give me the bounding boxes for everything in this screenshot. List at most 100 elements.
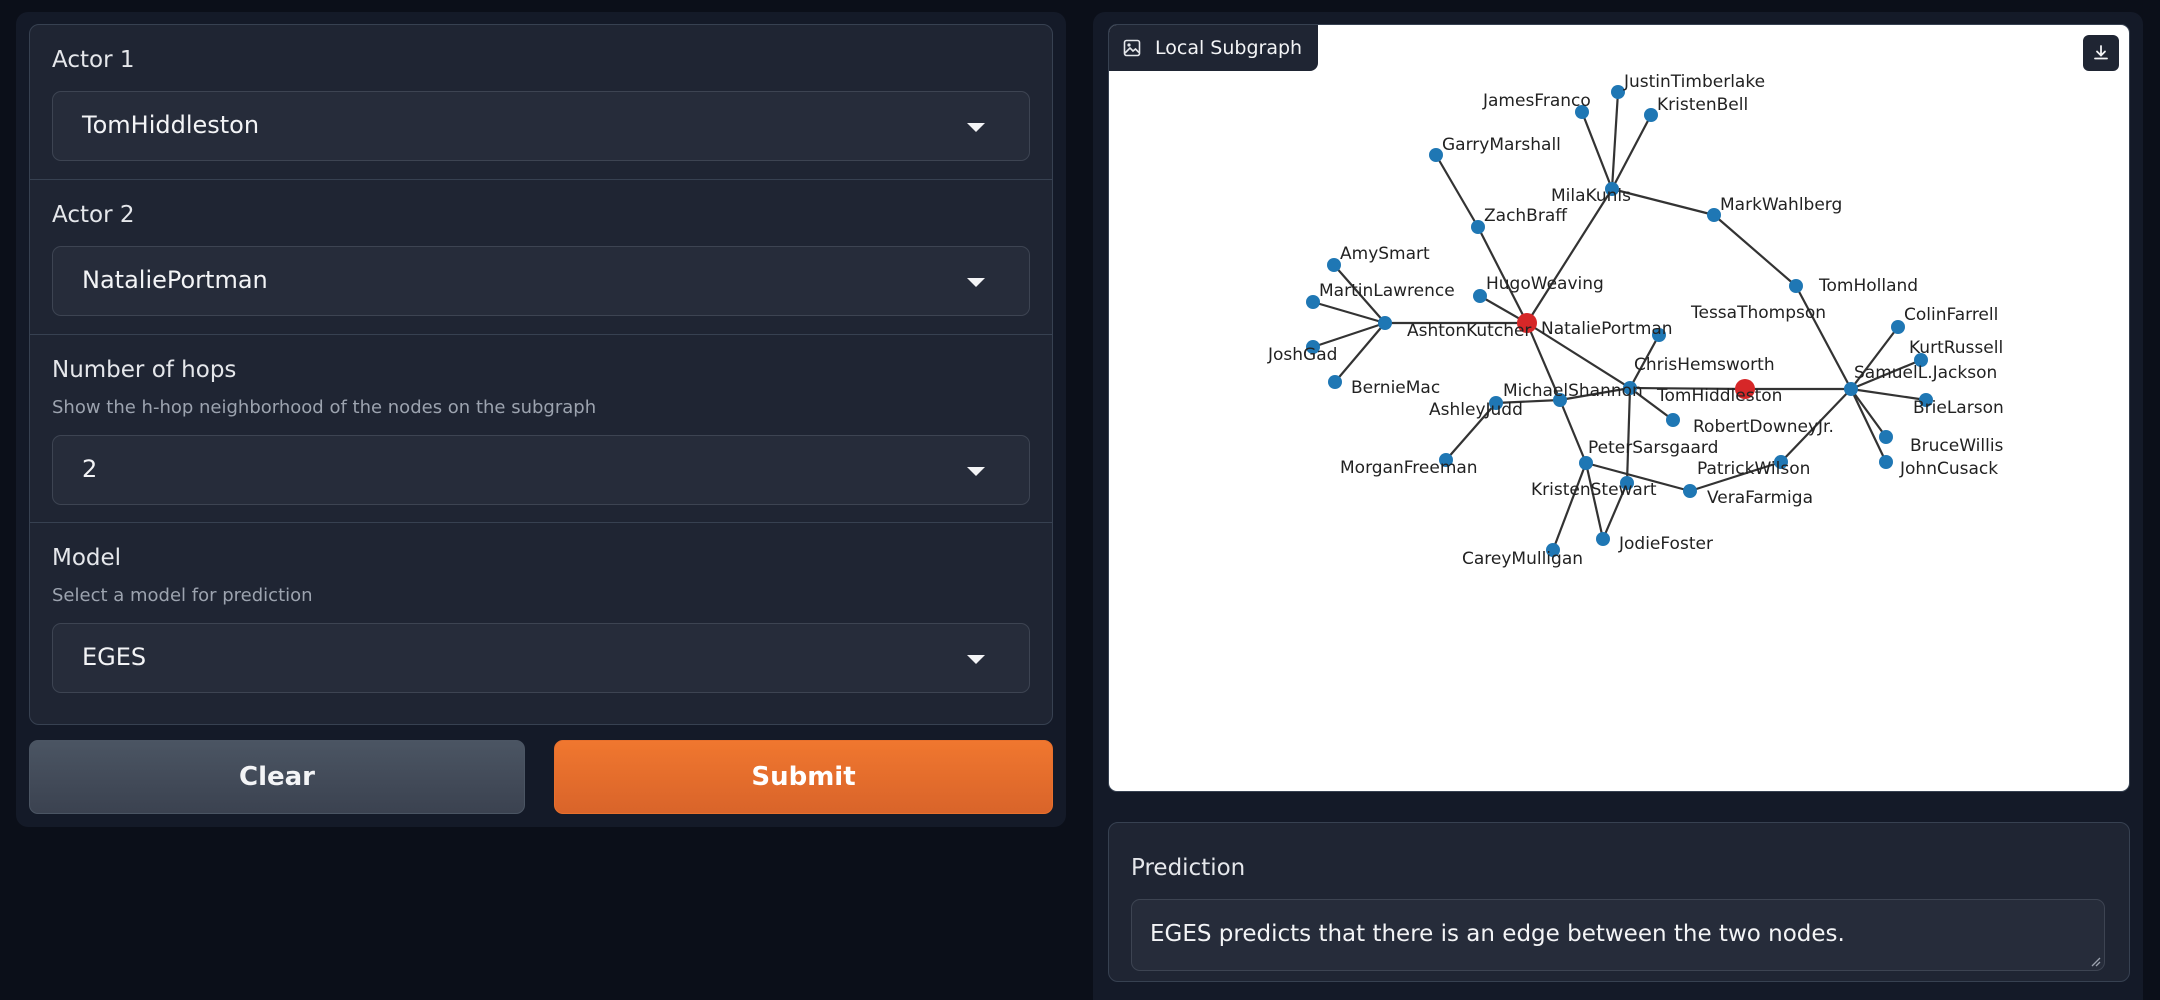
actor2-label: Actor 2 [52,202,135,228]
graph-node-label: PeterSarsgaard [1588,438,1718,458]
graph-node-label: CareyMulligan [1462,549,1583,569]
graph-node-label: NataliePortman [1541,319,1673,339]
graph-node-label: TomHolland [1818,276,1918,296]
graph-node-label: TessaThompson [1690,303,1826,323]
graph-edge [1558,399,1588,464]
image-icon [1123,39,1141,57]
graph-node [1844,382,1858,396]
hops-value: 2 [82,455,98,483]
actor1-label: Actor 1 [52,47,135,73]
download-icon [2094,45,2108,60]
graph-node-label: MilaKunis [1551,186,1631,206]
graph-node-label: ZachBraff [1484,206,1568,226]
graph-node [1378,316,1392,330]
hops-label: Number of hops [52,357,237,383]
prediction-label: Prediction [1131,855,1246,881]
graph-edge [1850,388,1887,438]
local-subgraph-image: Local Subgraph JustinTimberlake JamesFran… [1108,24,2130,792]
graph-node-label: GarryMarshall [1442,135,1561,155]
graph-node-label: AmySmart [1340,244,1430,264]
graph-node-label: BruceWillis [1910,436,2004,456]
actor2-value: NataliePortman [82,266,268,294]
output-column: Local Subgraph JustinTimberlake JamesFran… [1093,12,2143,1000]
prediction-panel: Prediction EGES predicts that there is a… [1108,822,2130,982]
graph-node [1879,430,1893,444]
graph-node [1327,258,1341,272]
graph-edge [1713,214,1797,287]
graph-node [1471,220,1485,234]
graph-node-label: JamesFranco [1482,91,1591,111]
graph-edge [1850,388,1887,463]
chevron-down-icon [967,655,985,664]
graph-node [1328,375,1342,389]
graph-node-label: TomHiddleston [1656,386,1782,406]
input-column: Actor 1 TomHiddleston Actor 2 NataliePor… [16,12,1066,827]
graph-node-label: MarkWahlberg [1720,195,1842,215]
graph-edge [1435,154,1479,228]
graph-edge [1312,300,1386,325]
graph-edge [1611,114,1652,190]
graph-node-label: BrieLarson [1913,398,2004,418]
graph-node-label: HugoWeaving [1486,274,1604,294]
model-dropdown[interactable]: EGES [52,623,1030,693]
graph-node [1579,456,1593,470]
graph-node-label: AshleyJudd [1429,400,1523,420]
graph-node [1707,208,1721,222]
graph-edge [1795,285,1852,390]
actor2-block: Actor 2 NataliePortman [30,180,1052,335]
graph-node [1596,532,1610,546]
graph-node-label: JodieFoster [1618,534,1713,554]
graph-node-label: KurtRussell [1909,338,2003,358]
graph-node-label: JohnCusack [1899,459,1998,479]
chevron-down-icon [967,467,985,476]
graph-node [1666,413,1680,427]
graph-node-label: SamuelL.Jackson [1854,363,1997,383]
actor1-dropdown[interactable]: TomHiddleston [52,91,1030,161]
input-form: Actor 1 TomHiddleston Actor 2 NataliePor… [29,24,1053,725]
graph-node [1683,484,1697,498]
graph-node-label: ChrisHemsworth [1634,355,1775,375]
graph-node-label: RobertDowneyJr. [1693,417,1834,437]
subgraph-title: Local Subgraph [1155,37,1303,59]
graph-node-label: MorganFreeman [1340,458,1478,478]
hops-block: Number of hops Show the h-hop neighborho… [30,335,1052,523]
graph-node [1644,108,1658,122]
prediction-text: EGES predicts that there is an edge betw… [1150,921,1845,947]
graph-node [1306,295,1320,309]
chevron-down-icon [967,123,985,132]
graph-node-label: MichaelShannon [1503,381,1643,401]
graph-node [1789,279,1803,293]
hops-dropdown[interactable]: 2 [52,435,1030,505]
graph-node [1473,289,1487,303]
graph-edge [1551,462,1588,551]
graph-node-label: KristenBell [1657,95,1748,115]
graph-node-label: AshtonKutcher [1407,321,1531,341]
graph-edge [1625,387,1632,484]
prediction-output[interactable]: EGES predicts that there is an edge betw… [1131,899,2105,971]
model-info: Select a model for prediction [52,585,313,606]
actor1-block: Actor 1 TomHiddleston [30,25,1052,180]
actor1-value: TomHiddleston [82,111,260,139]
graph-edge [1610,91,1620,190]
chevron-down-icon [967,278,985,287]
graph-edge [1580,111,1614,190]
download-button[interactable] [2083,35,2119,71]
graph-node [1879,455,1893,469]
graph-node-label: BernieMac [1351,378,1440,398]
graph-node-label: VeraFarmiga [1707,488,1813,508]
graph-node-label: JoshGad [1267,345,1337,365]
graph-node-label: JustinTimberlake [1623,72,1765,92]
actor2-dropdown[interactable]: NataliePortman [52,246,1030,316]
submit-button[interactable]: Submit [554,740,1053,814]
clear-button[interactable]: Clear [29,740,525,814]
model-block: Model Select a model for prediction EGES [30,523,1052,724]
graph-node-label: PatrickWilson [1697,459,1810,479]
graph-node-label: KristenStewart [1531,480,1657,500]
resize-grip-icon[interactable] [2089,955,2101,967]
subgraph-plot: JustinTimberlake JamesFranco KristenBell Ga… [1267,72,2004,569]
subgraph-label: Local Subgraph [1109,25,1319,71]
graph-edge [1584,462,1605,540]
graph-node [1611,85,1625,99]
graph-node-label: ColinFarrell [1904,305,1998,325]
model-label: Model [52,545,122,571]
